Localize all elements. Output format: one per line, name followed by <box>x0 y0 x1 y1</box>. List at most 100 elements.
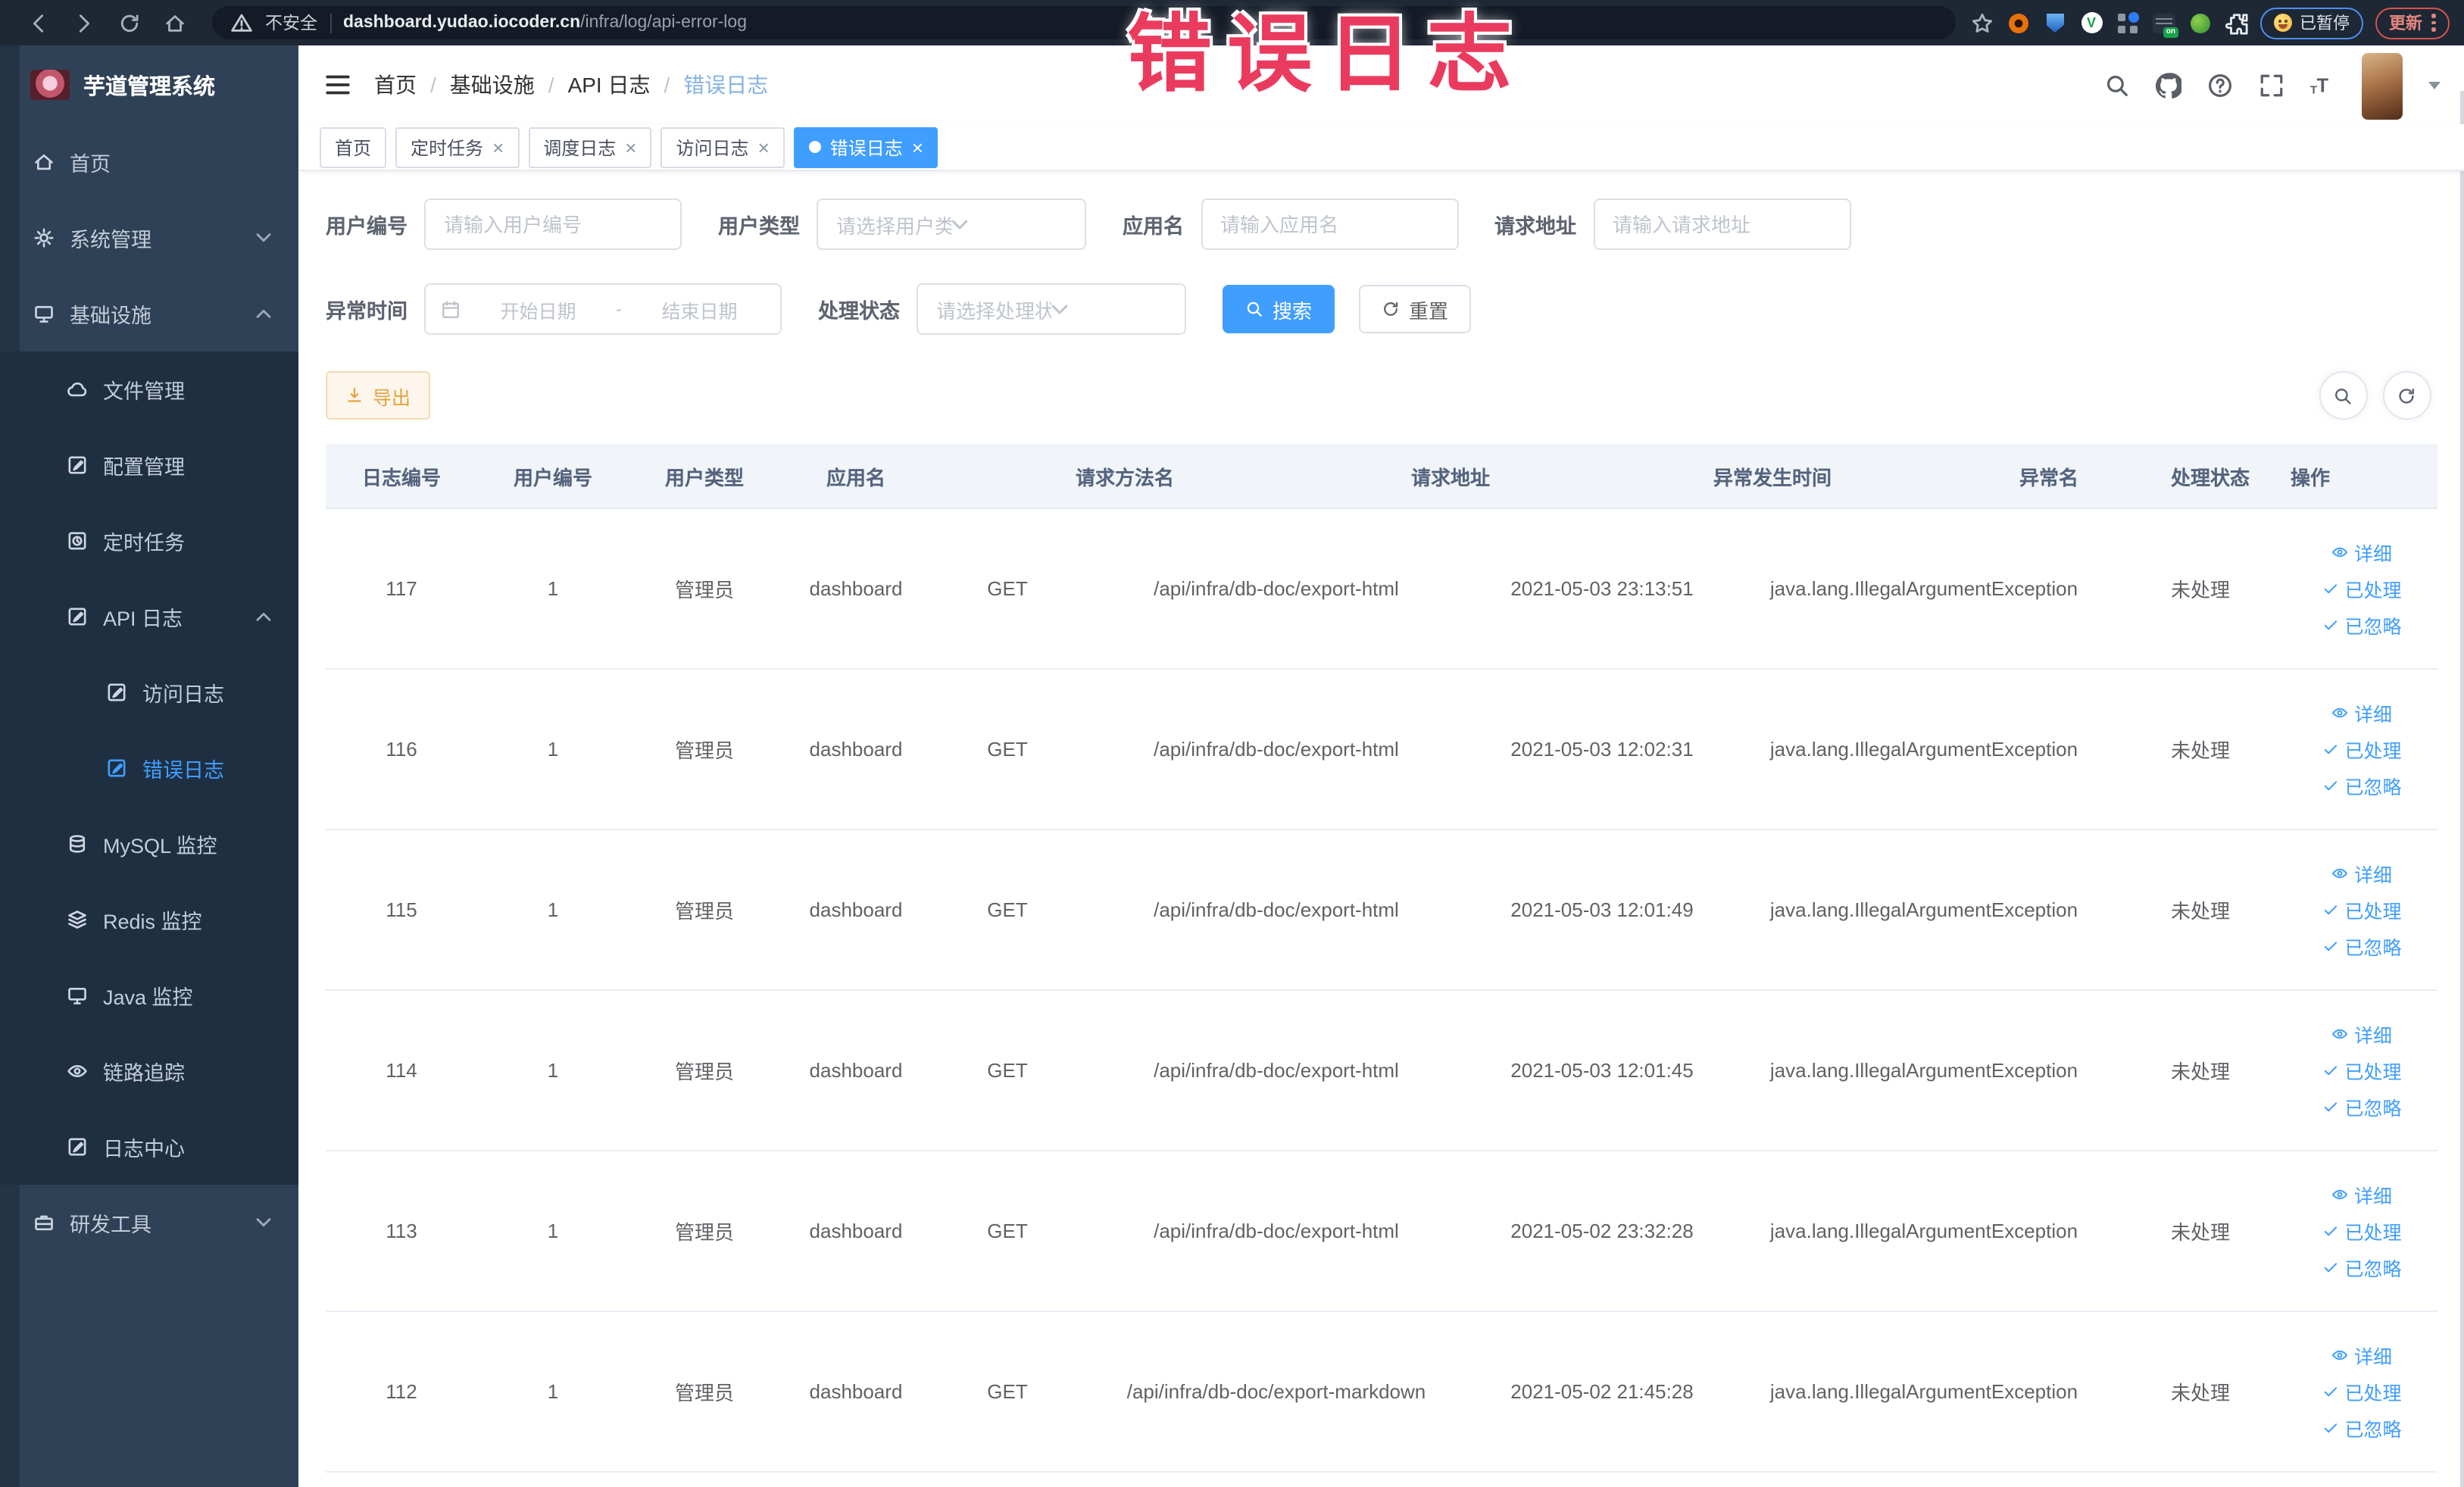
sidebar-item-icon <box>33 227 55 248</box>
sidebar-item[interactable]: 首页 <box>0 124 298 200</box>
reset-button[interactable]: 重置 <box>1359 285 1472 333</box>
eye-icon <box>2331 704 2348 721</box>
detail-link[interactable]: 详细 <box>2331 1180 2392 1209</box>
browser-back-button[interactable] <box>15 5 61 41</box>
address-bar[interactable]: 不安全 dashboard.yudao.iocoder.cn/infra/log… <box>212 6 1956 39</box>
sidebar-item-label: API 日志 <box>103 608 183 630</box>
sidebar-item[interactable]: 系统管理 <box>0 200 298 276</box>
fullscreen-icon[interactable] <box>2258 72 2284 98</box>
browser-update-button[interactable]: 更新 <box>2375 7 2449 39</box>
search-icon[interactable] <box>2103 72 2129 98</box>
tab-close-icon[interactable]: × <box>492 137 504 157</box>
calendar-icon <box>441 299 461 319</box>
mark-ignored-link[interactable]: 已忽略 <box>2322 1092 2402 1121</box>
mark-processed-link[interactable]: 已处理 <box>2322 1056 2402 1085</box>
refresh-button[interactable] <box>2382 371 2431 420</box>
github-icon[interactable] <box>2155 72 2181 98</box>
sidebar-item[interactable]: 错误日志 <box>0 730 298 806</box>
mark-ignored-link[interactable]: 已忽略 <box>2322 611 2402 639</box>
extension-plant-icon[interactable] <box>2189 11 2212 34</box>
table-row[interactable]: 113 1 管理员 dashboard GET /api/infra/db-do… <box>326 1151 2437 1312</box>
sidebar-item[interactable]: 定时任务 <box>0 503 298 579</box>
sidebar-item[interactable]: Redis 监控 <box>0 882 298 957</box>
sidebar: 芋道管理系统 首页 系统管理 基础设施 文件管理 配置管理 定时任务 API 日… <box>0 45 298 1487</box>
sidebar-item[interactable]: 研发工具 <box>0 1185 298 1261</box>
sidebar-item[interactable]: API 日志 <box>0 579 298 654</box>
detail-link[interactable]: 详细 <box>2331 859 2392 888</box>
tab-close-icon[interactable]: × <box>625 137 636 157</box>
mark-processed-link[interactable]: 已处理 <box>2322 895 2402 924</box>
search-button[interactable]: 搜索 <box>1223 285 1335 333</box>
mark-ignored-link[interactable]: 已忽略 <box>2322 1414 2402 1442</box>
mark-processed-link[interactable]: 已处理 <box>2322 1217 2402 1245</box>
table-row[interactable]: 117 1 管理员 dashboard GET /api/infra/db-do… <box>326 509 2437 670</box>
cell-request-url: /api/infra/db-doc/export-html <box>1154 1059 1399 1082</box>
mark-ignored-link[interactable]: 已忽略 <box>2322 1253 2402 1282</box>
table-row[interactable]: 112 1 管理员 dashboard GET /api/infra/db-do… <box>326 1312 2437 1473</box>
breadcrumb-item[interactable]: 错误日志 / <box>683 70 768 100</box>
breadcrumb-item[interactable]: 基础设施 / <box>450 70 568 100</box>
check-icon <box>2322 1383 2338 1400</box>
mark-ignored-link[interactable]: 已忽略 <box>2322 932 2402 961</box>
browser-home-button[interactable] <box>151 5 197 41</box>
search-icon <box>2333 386 2353 405</box>
sidebar-item[interactable]: 配置管理 <box>0 427 298 503</box>
mark-processed-link[interactable]: 已处理 <box>2322 735 2402 764</box>
tab-close-icon[interactable]: × <box>758 137 770 157</box>
chevron-down-icon <box>1051 301 1166 317</box>
browser-menu-icon[interactable] <box>2431 14 2435 32</box>
extensions-puzzle-icon[interactable] <box>2225 11 2248 34</box>
detail-link[interactable]: 详细 <box>2331 1341 2392 1370</box>
table-row[interactable]: 115 1 管理员 dashboard GET /api/infra/db-do… <box>326 830 2437 991</box>
detail-link[interactable]: 详细 <box>2331 698 2392 727</box>
page-tab[interactable]: 调度日志 × <box>528 127 652 167</box>
detail-link[interactable]: 详细 <box>2331 538 2392 567</box>
sidebar-item[interactable]: Java 监控 <box>0 957 298 1033</box>
toggle-search-button[interactable] <box>2319 371 2367 420</box>
sidebar-item[interactable]: 日志中心 <box>0 1109 298 1185</box>
sidebar-item[interactable]: 链路追踪 <box>0 1033 298 1109</box>
top-navbar: 首页 / 基础设施 / API 日志 / 错误日志 T T <box>298 45 2464 124</box>
hamburger-icon[interactable] <box>323 70 353 100</box>
mark-processed-link[interactable]: 已处理 <box>2322 574 2402 603</box>
avatar-caret-icon[interactable] <box>2428 81 2440 89</box>
table-row[interactable]: 116 1 管理员 dashboard GET /api/infra/db-do… <box>326 670 2437 830</box>
tab-label: 错误日志 <box>829 137 903 158</box>
tab-close-icon[interactable]: × <box>912 137 923 157</box>
user-id-input[interactable] <box>424 198 682 250</box>
date-range-picker[interactable]: 开始日期 - 结束日期 <box>424 283 782 335</box>
page-tab[interactable]: 错误日志 × <box>793 127 938 167</box>
mark-processed-link[interactable]: 已处理 <box>2322 1377 2402 1406</box>
avatar[interactable] <box>2361 53 2402 120</box>
help-icon[interactable] <box>2206 72 2232 98</box>
page-tab[interactable]: 首页 <box>320 127 387 167</box>
sidebar-item[interactable]: 访问日志 <box>0 654 298 730</box>
app-name-input[interactable] <box>1201 198 1458 250</box>
paused-badge[interactable]: 已暂停 <box>2260 7 2363 39</box>
request-url-input[interactable] <box>1593 198 1850 250</box>
breadcrumb-item[interactable]: API 日志 / <box>568 70 684 100</box>
detail-link[interactable]: 详细 <box>2331 1020 2392 1048</box>
font-size-icon[interactable]: TT <box>2309 72 2335 98</box>
extension-green-icon[interactable]: V <box>2080 11 2103 34</box>
sidebar-item[interactable]: 文件管理 <box>0 351 298 427</box>
browser-forward-button[interactable] <box>61 5 106 41</box>
extension-orange-icon[interactable] <box>2007 11 2030 34</box>
extension-switch-icon[interactable] <box>2153 11 2178 37</box>
user-type-select[interactable]: 请选择用户类型 <box>817 198 1086 250</box>
extension-grid-icon[interactable] <box>2116 11 2139 34</box>
process-status-select[interactable]: 请选择处理状态 <box>917 283 1186 335</box>
sidebar-item[interactable]: 基础设施 <box>0 276 298 351</box>
sidebar-item[interactable]: MySQL 监控 <box>0 806 298 882</box>
export-button[interactable]: 导出 <box>326 371 431 420</box>
breadcrumb-item[interactable]: 首页 / <box>374 70 450 100</box>
app-logo[interactable]: 芋道管理系统 <box>0 45 298 124</box>
extension-shield-icon[interactable] <box>2044 11 2066 34</box>
window-scrollbar[interactable] <box>2460 91 2464 1487</box>
page-tab[interactable]: 访问日志 × <box>661 127 785 167</box>
mark-ignored-link[interactable]: 已忽略 <box>2322 771 2402 800</box>
table-row[interactable]: 114 1 管理员 dashboard GET /api/infra/db-do… <box>326 991 2437 1151</box>
page-tab[interactable]: 定时任务 × <box>395 127 520 167</box>
bookmark-star-icon[interactable] <box>1971 11 1994 34</box>
browser-reload-button[interactable] <box>106 5 151 41</box>
